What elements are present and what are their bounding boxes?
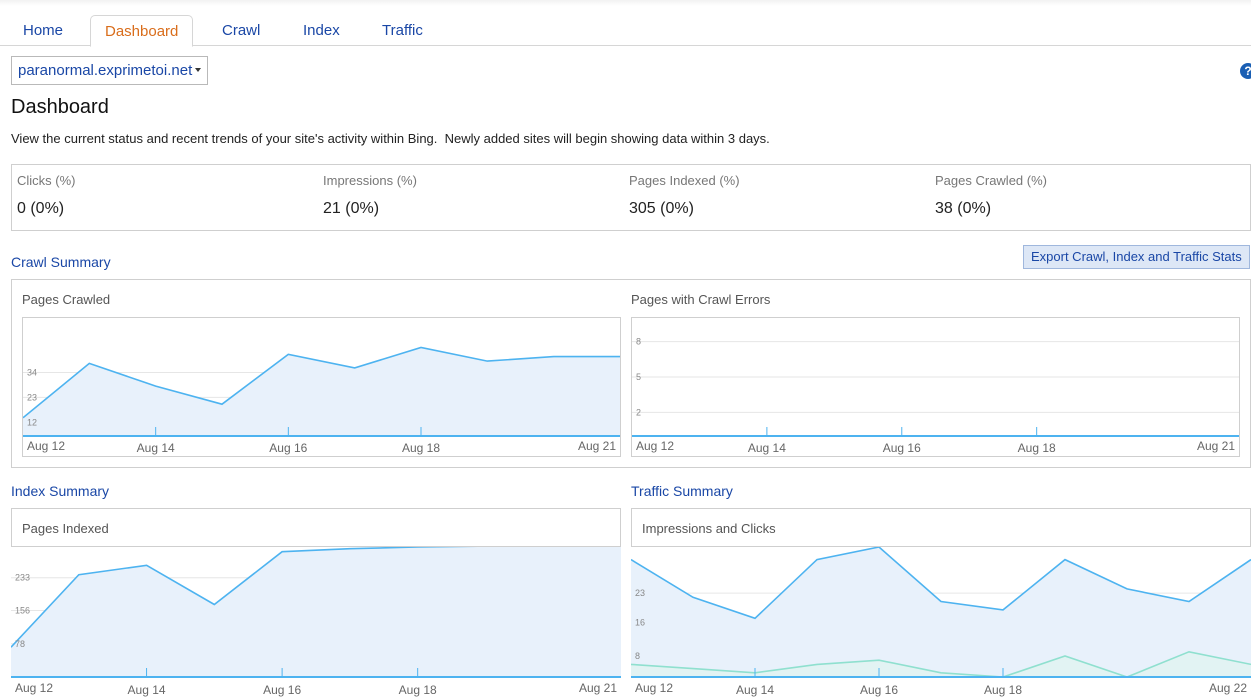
stat-value: 38 (0%) — [935, 200, 992, 217]
crawl-summary-panel: Pages Crawled Pages with Crawl Errors 12… — [11, 279, 1251, 468]
x-tick-label: Aug 12 — [636, 439, 674, 453]
x-tick-label: Aug 18 — [399, 683, 437, 697]
crawl-summary-link[interactable]: Crawl Summary — [11, 254, 111, 270]
pages-crawled-chart-svg: 12 23 34 Aug 12 Aug 14 Aug 16 Aug 18 Aug 21 — [23, 346, 620, 455]
chevron-down-icon — [195, 68, 202, 73]
pages-indexed-chart: 78 156 233 Aug 12 Aug 14 Aug 16 Aug 18 Aug 21 — [11, 547, 621, 698]
y-tick-label: 156 — [15, 606, 30, 616]
impressions-clicks-chart: 8 16 23 Aug 12 Aug 14 Aug 16 Aug 18 Aug 22 — [631, 547, 1251, 698]
y-tick-label: 233 — [15, 573, 30, 583]
page-title: Dashboard — [11, 96, 109, 118]
pages-indexed-chart-svg: 78 156 233 Aug 12 Aug 14 Aug 16 Aug 18 Aug 21 — [11, 547, 621, 697]
stats-summary: Clicks (%) 0 (0%) Impressions (%) 21 (0%… — [11, 164, 1251, 231]
x-tick-label: Aug 21 — [578, 439, 616, 453]
x-tick-label: Aug 16 — [269, 441, 307, 455]
chart-title-pages-crawled: Pages Crawled — [22, 292, 111, 307]
x-tick-label: Aug 22 — [1209, 681, 1247, 695]
stat-label: Impressions (%) — [323, 173, 417, 188]
y-tick-label: 2 — [636, 407, 641, 417]
index-summary-link[interactable]: Index Summary — [11, 483, 109, 499]
x-tick-label: Aug 14 — [748, 441, 786, 455]
tab-index[interactable]: Index — [291, 15, 352, 46]
tab-dashboard[interactable]: Dashboard — [90, 15, 194, 47]
top-fade — [0, 0, 1251, 6]
y-tick-label: 23 — [27, 392, 37, 402]
help-icon[interactable]: ? — [1240, 63, 1251, 79]
site-selector[interactable]: paranormal.exprimetoi.net — [11, 56, 209, 85]
x-tick-label: Aug 12 — [27, 439, 65, 453]
x-tick-label: Aug 12 — [15, 681, 53, 695]
y-tick-label: 34 — [27, 367, 37, 377]
x-tick-label: Aug 16 — [263, 683, 301, 697]
stat-label: Clicks (%) — [17, 173, 76, 188]
stat-pages-crawled: Pages Crawled (%) 38 (0%) — [930, 165, 1236, 230]
stat-pages-indexed: Pages Indexed (%) 305 (0%) — [624, 165, 930, 230]
x-tick-label: Aug 12 — [635, 681, 673, 695]
index-summary-panel: Pages Indexed 78 156 233 Aug 12 Aug 14 Aug 16… — [11, 508, 621, 698]
x-tick-label: Aug 14 — [137, 441, 175, 455]
x-tick-label: Aug 16 — [860, 683, 898, 697]
y-tick-label: 12 — [27, 417, 37, 427]
stat-impressions: Impressions (%) 21 (0%) — [318, 165, 624, 230]
y-tick-label: 16 — [635, 617, 645, 627]
y-tick-label: 8 — [635, 651, 640, 661]
y-tick-label: 78 — [15, 639, 25, 649]
site-selector-value: paranormal.exprimetoi.net — [18, 62, 193, 79]
stat-clicks: Clicks (%) 0 (0%) — [12, 165, 318, 230]
x-tick-label: Aug 14 — [128, 683, 166, 697]
x-tick-label: Aug 18 — [1018, 441, 1056, 455]
traffic-summary-panel: Impressions and Clicks 8 16 23 Aug 12 Aug 14… — [631, 508, 1251, 698]
x-tick-label: Aug 14 — [736, 683, 774, 697]
pages-crawled-chart: 12 23 34 Aug 12 Aug 14 Aug 16 Aug 18 Aug 21 — [22, 317, 621, 457]
x-tick-label: Aug 18 — [984, 683, 1022, 697]
tab-traffic[interactable]: Traffic — [370, 15, 435, 46]
series-area — [11, 547, 621, 677]
impressions-clicks-chart-svg: 8 16 23 Aug 12 Aug 14 Aug 16 Aug 18 Aug 22 — [631, 547, 1251, 697]
stat-value: 0 (0%) — [17, 200, 65, 217]
stat-label: Pages Indexed (%) — [629, 173, 740, 188]
series-area — [631, 547, 1251, 677]
export-stats-button[interactable]: Export Crawl, Index and Traffic Stats — [1023, 245, 1250, 269]
x-tick-label: Aug 21 — [1197, 439, 1235, 453]
traffic-summary-link[interactable]: Traffic Summary — [631, 483, 733, 499]
stat-value: 21 (0%) — [323, 200, 380, 217]
crawl-errors-chart: 2 5 8 Aug 12 Aug 14 Aug 16 Aug 18 Aug 21 — [631, 317, 1240, 457]
x-tick-label: Aug 16 — [883, 441, 921, 455]
tab-home[interactable]: Home — [11, 15, 75, 46]
tab-crawl[interactable]: Crawl — [210, 15, 272, 46]
crawl-errors-chart-svg: 2 5 8 Aug 12 Aug 14 Aug 16 Aug 18 Aug 21 — [632, 337, 1239, 455]
page-description: View the current status and recent trend… — [11, 131, 770, 146]
chart-title-crawl-errors: Pages with Crawl Errors — [631, 292, 771, 307]
main-tabs: Home Dashboard Crawl Index Traffic — [0, 15, 1251, 47]
chart-title-pages-indexed: Pages Indexed — [22, 521, 109, 536]
stat-label: Pages Crawled (%) — [935, 173, 1047, 188]
y-tick-label: 8 — [636, 337, 641, 347]
y-tick-label: 5 — [636, 372, 641, 382]
y-tick-label: 23 — [635, 588, 645, 598]
stat-value: 305 (0%) — [629, 200, 694, 217]
chart-title-impressions-clicks: Impressions and Clicks — [642, 521, 776, 536]
x-tick-label: Aug 18 — [402, 441, 440, 455]
x-tick-label: Aug 21 — [579, 681, 617, 695]
